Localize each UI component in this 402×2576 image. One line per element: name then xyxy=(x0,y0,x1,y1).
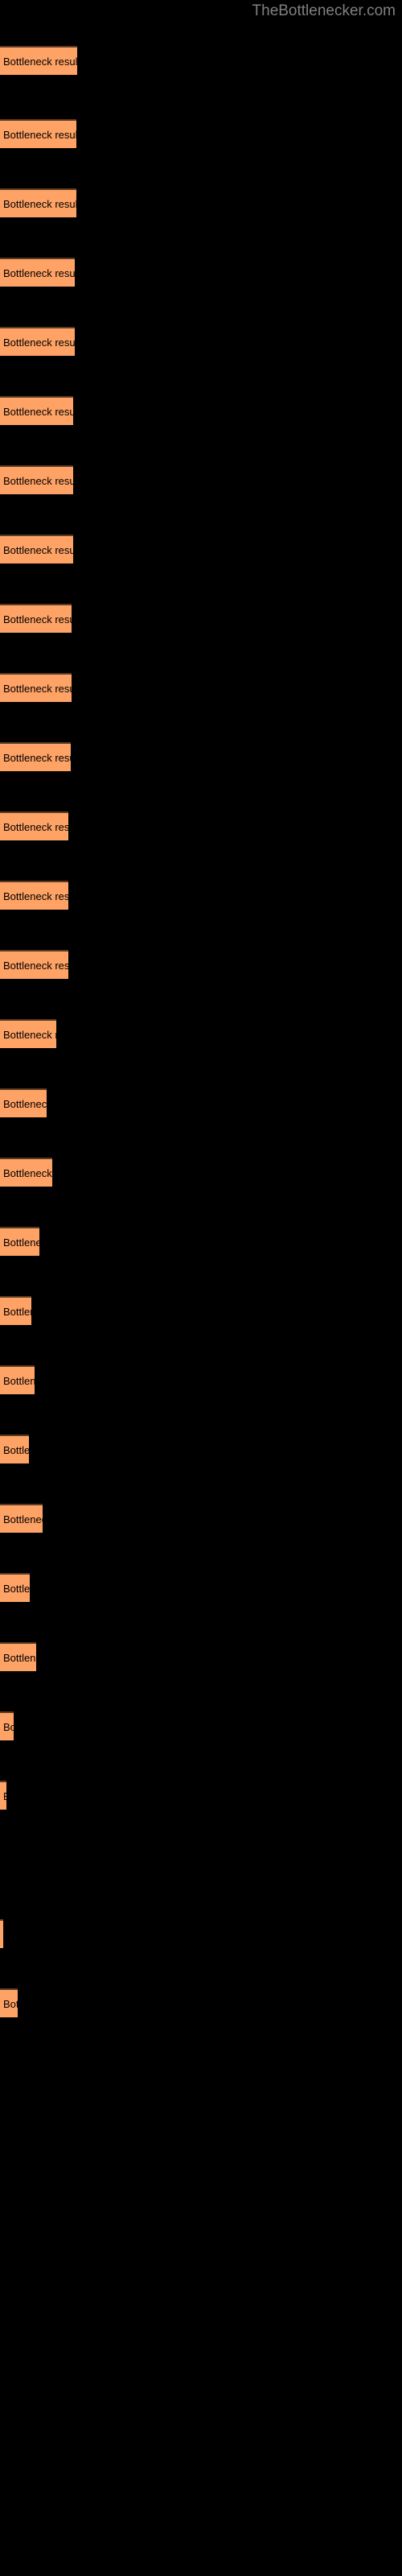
bar-9: Bottleneck result xyxy=(0,604,72,633)
bar-4: Bottleneck result xyxy=(0,258,75,287)
bar-label-clip: Bottleneck result xyxy=(0,675,72,704)
bar-label-clip: Bottleneck result xyxy=(0,536,73,565)
bar-8: Bottleneck result xyxy=(0,535,73,564)
bar-29: Bottleneck result xyxy=(0,1988,18,2017)
bar-14: Bottleneck result xyxy=(0,950,68,979)
bar-label: Bottleneck result xyxy=(3,56,77,68)
bar-label: Bottleneck result xyxy=(3,1998,18,2010)
bar-26: Bottleneck result xyxy=(0,1781,6,1810)
bar-label-clip: Bottleneck result xyxy=(0,1367,35,1396)
bar-13: Bottleneck result xyxy=(0,881,68,910)
bar-label: Bottleneck result xyxy=(3,1306,31,1318)
bar-label: Bottleneck result xyxy=(3,406,73,418)
bar-label: Bottleneck result xyxy=(3,752,71,764)
bar-label-clip: Bottleneck result xyxy=(0,744,71,773)
bar-label: Bottleneck result xyxy=(3,267,75,279)
bar-25: Bottleneck result xyxy=(0,1711,14,1740)
bar-11: Bottleneck result xyxy=(0,742,71,771)
bar-label: Bottleneck result xyxy=(3,544,73,556)
bar-label-clip: Bottleneck result xyxy=(0,1090,47,1119)
bar-label-clip: Bottleneck result xyxy=(0,952,68,980)
bar-10: Bottleneck result xyxy=(0,673,72,702)
bar-label: Bottleneck result xyxy=(3,1513,43,1525)
bar-label-clip: Bottleneck result xyxy=(0,259,75,288)
bar-label: Bottleneck result xyxy=(3,821,68,833)
bar-label-clip: Bottleneck result xyxy=(0,1436,29,1465)
bar-28: Bottleneck result xyxy=(0,1919,3,1948)
bar-label: Bottleneck result xyxy=(3,129,76,141)
bar-label: Bottleneck result xyxy=(3,960,68,972)
bar-label: Bottleneck result xyxy=(3,1789,6,1805)
bar-label: Bottleneck result xyxy=(3,1236,39,1249)
bar-label-clip: Bottleneck result xyxy=(0,1644,36,1673)
bar-label-clip: Bottleneck result xyxy=(0,328,75,357)
bar-1: Bottleneck result xyxy=(0,46,77,75)
bar-5: Bottleneck result xyxy=(0,327,75,356)
bar-19: Bottleneck result xyxy=(0,1296,31,1325)
bar-20: Bottleneck result xyxy=(0,1365,35,1394)
bar-label-clip: Bottleneck result xyxy=(0,1021,56,1050)
bar-label-clip: Bottleneck result xyxy=(0,47,77,76)
bar-21: Bottleneck result xyxy=(0,1435,29,1463)
bar-label: Bottleneck result xyxy=(3,1583,30,1595)
bar-22: Bottleneck result xyxy=(0,1504,43,1533)
bar-label: Bottleneck result xyxy=(3,613,72,625)
bar-17: Bottleneck result xyxy=(0,1158,52,1187)
bar-label-clip: Bottleneck result xyxy=(0,1159,52,1188)
bar-label-clip: Bottleneck result xyxy=(0,813,68,842)
bar-label: Bottleneck result xyxy=(3,1098,47,1110)
bar-label-clip: Bottleneck result xyxy=(0,1990,18,2019)
bar-label: Bottleneck result xyxy=(3,1029,56,1041)
bar-series: Bottleneck result Bottleneck result Bottle… xyxy=(0,0,402,2576)
bar-12: Bottleneck result xyxy=(0,811,68,840)
bar-2: Bottleneck result xyxy=(0,119,76,148)
bar-label-clip: Bottleneck result xyxy=(0,605,72,634)
bar-3: Bottleneck result xyxy=(0,188,76,217)
bar-label: Bottleneck result xyxy=(3,336,75,349)
bar-label: Bottleneck result xyxy=(3,475,73,487)
bar-label-clip: Bottleneck result xyxy=(0,1505,43,1534)
bar-label: Bottleneck result xyxy=(3,890,68,902)
bar-label: Bottleneck result xyxy=(3,683,72,695)
bar-18: Bottleneck result xyxy=(0,1227,39,1256)
bar-label-clip: Bottleneck result xyxy=(0,1921,3,1950)
bar-6: Bottleneck result xyxy=(0,396,73,425)
bar-7: Bottleneck result xyxy=(0,465,73,494)
bar-label-clip: Bottleneck result xyxy=(0,882,68,911)
bar-label: Bottleneck result xyxy=(3,1444,29,1456)
bar-label-clip: Bottleneck result xyxy=(0,1782,6,1811)
bar-label: Bottleneck result xyxy=(3,1652,36,1664)
bar-label-clip: Bottleneck result xyxy=(0,121,76,150)
bar-label-clip: Bottleneck result xyxy=(0,1575,30,1604)
bar-label-clip: Bottleneck result xyxy=(0,1298,31,1327)
bar-23: Bottleneck result xyxy=(0,1573,30,1602)
bar-label-clip: Bottleneck result xyxy=(0,1228,39,1257)
bar-16: Bottleneck result xyxy=(0,1088,47,1117)
bar-label: Bottleneck result xyxy=(3,1167,52,1179)
bar-label-clip: Bottleneck result xyxy=(0,190,76,219)
bar-label-clip: Bottleneck result xyxy=(0,1713,14,1742)
bar-label: Bottleneck result xyxy=(3,1721,14,1733)
bar-label-clip: Bottleneck result xyxy=(0,467,73,496)
bar-label: Bottleneck result xyxy=(3,198,76,210)
bar-label-clip: Bottleneck result xyxy=(0,398,73,427)
bar-24: Bottleneck result xyxy=(0,1642,36,1671)
bar-label: Bottleneck result xyxy=(3,1375,35,1387)
bottleneck-bar-chart: TheBottlenecker.com Bottleneck result Bot… xyxy=(0,0,402,2576)
bar-15: Bottleneck result xyxy=(0,1019,56,1048)
